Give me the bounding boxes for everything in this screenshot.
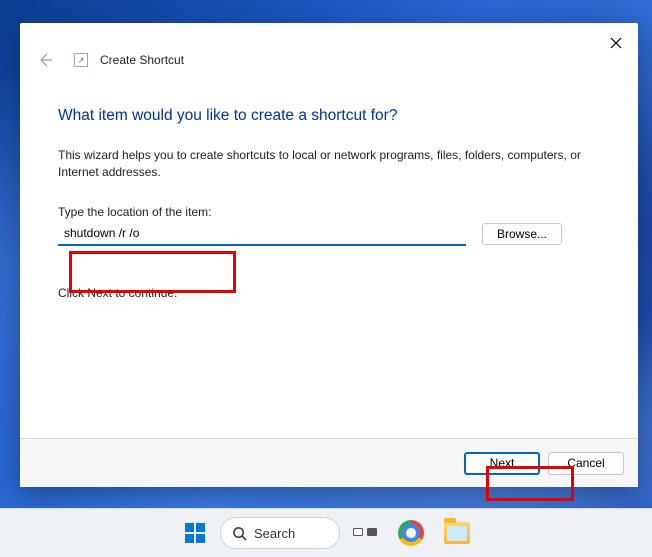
close-icon <box>610 37 622 49</box>
continue-text: Click Next to continue. <box>58 286 600 300</box>
taskbar-search[interactable]: Search <box>220 517 340 549</box>
dialog-header: ↗ Create Shortcut <box>20 23 638 79</box>
shortcut-icon: ↗ <box>74 53 88 67</box>
back-button[interactable] <box>34 49 56 71</box>
explorer-taskbar-button[interactable] <box>436 512 478 554</box>
cancel-button[interactable]: Cancel <box>548 452 624 475</box>
location-label: Type the location of the item: <box>58 205 600 219</box>
dialog-title: Create Shortcut <box>100 53 184 67</box>
browse-button[interactable]: Browse... <box>482 223 562 245</box>
task-view-icon <box>353 524 377 542</box>
chrome-icon <box>398 520 424 546</box>
headline: What item would you like to create a sho… <box>58 107 600 125</box>
search-label: Search <box>254 526 295 541</box>
dialog-footer: Next Cancel <box>20 438 638 487</box>
search-icon <box>232 526 247 541</box>
task-view-button[interactable] <box>344 512 386 554</box>
close-button[interactable] <box>606 33 626 53</box>
help-text: This wizard helps you to create shortcut… <box>58 147 600 181</box>
chrome-taskbar-button[interactable] <box>390 512 432 554</box>
dialog-body: What item would you like to create a sho… <box>20 79 638 438</box>
file-explorer-icon <box>444 522 470 544</box>
windows-logo-icon <box>183 521 207 545</box>
location-input[interactable] <box>58 223 466 246</box>
next-button[interactable]: Next <box>464 452 540 475</box>
taskbar: Search <box>0 508 652 557</box>
start-button[interactable] <box>174 512 216 554</box>
back-arrow-icon <box>37 52 53 68</box>
location-row: Browse... <box>58 223 600 246</box>
create-shortcut-dialog: ↗ Create Shortcut What item would you li… <box>20 23 638 487</box>
